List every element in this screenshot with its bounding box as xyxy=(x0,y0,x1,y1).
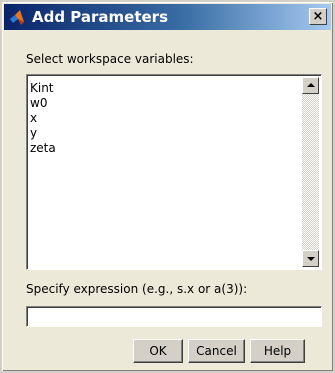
close-icon: × xyxy=(312,9,324,24)
list-item[interactable]: x xyxy=(30,111,56,126)
close-button[interactable]: × xyxy=(309,8,327,25)
help-button[interactable]: Help xyxy=(250,339,305,363)
list-item[interactable]: Kint xyxy=(30,81,56,96)
scroll-up-button[interactable] xyxy=(302,77,319,94)
window-title: Add Parameters xyxy=(32,8,169,26)
expression-input[interactable] xyxy=(26,306,322,327)
matlab-icon xyxy=(10,10,24,25)
specify-expression-label: Specify expression (e.g., s.x or a(3)): xyxy=(26,282,248,296)
select-variables-label: Select workspace variables: xyxy=(26,52,194,66)
title-bar[interactable]: Add Parameters × xyxy=(4,4,331,30)
add-parameters-dialog: Add Parameters × Select workspace variab… xyxy=(0,0,335,373)
up-arrow-icon xyxy=(307,83,315,87)
list-item[interactable]: w0 xyxy=(30,96,56,111)
down-arrow-icon xyxy=(307,257,315,261)
ok-button[interactable]: OK xyxy=(133,339,183,363)
list-item[interactable]: y xyxy=(30,126,56,141)
vertical-scrollbar[interactable] xyxy=(302,77,319,267)
cancel-button[interactable]: Cancel xyxy=(188,339,245,363)
scroll-down-button[interactable] xyxy=(302,250,319,267)
variables-list: Kint w0 x y zeta xyxy=(30,81,56,156)
list-item[interactable]: zeta xyxy=(30,141,56,156)
variables-listbox[interactable]: Kint w0 x y zeta xyxy=(26,74,322,270)
